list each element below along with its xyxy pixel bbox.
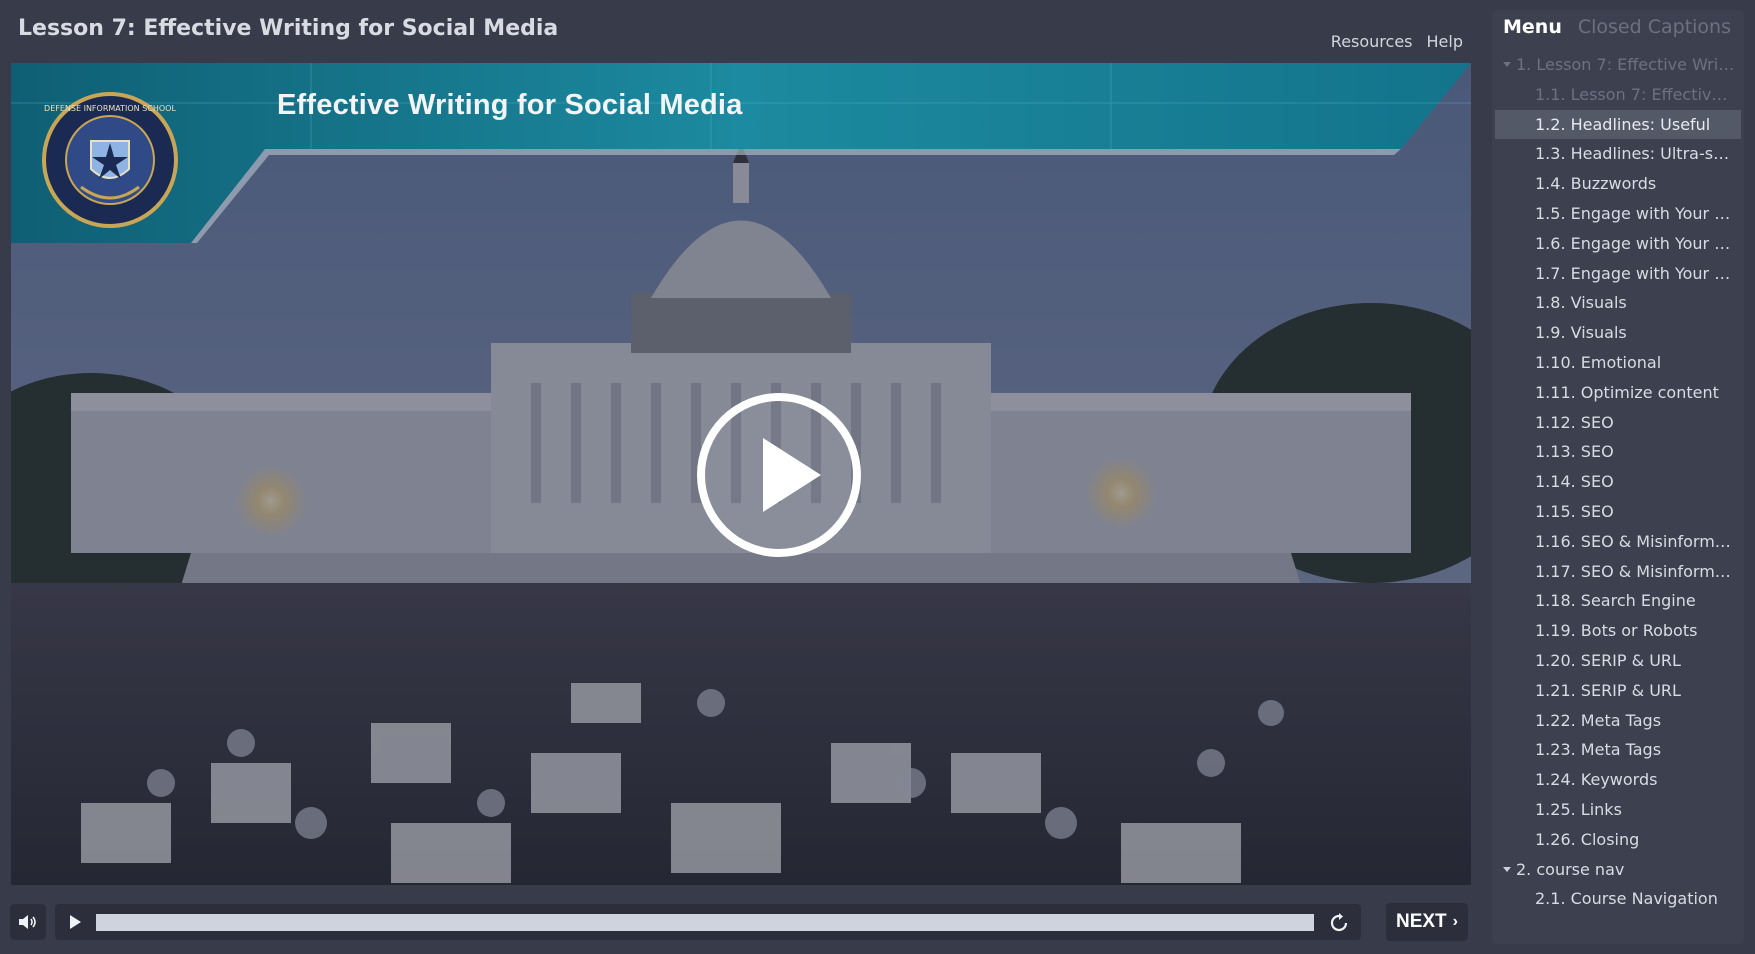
progress-area [55, 904, 1361, 940]
sidebar: Menu Closed Captions 1. Lesson 7: Effecti… [1492, 10, 1744, 944]
seal-text: DEFENSE INFORMATION SCHOOL [44, 104, 176, 113]
next-button-label: NEXT [1395, 911, 1447, 932]
menu-section[interactable]: 2. course nav [1492, 855, 1744, 885]
menu-item-label: 1.6. Engage with Your Au... [1535, 233, 1744, 253]
menu-item[interactable]: 1.14. SEO [1492, 467, 1744, 497]
menu-item-label: 1.19. Bots or Robots [1535, 621, 1698, 641]
dinfos-seal-logo: DEFENSE INFORMATION SCHOOL [42, 92, 178, 228]
menu-item-label: 1.7. Engage with Your Au... [1535, 263, 1744, 283]
menu-item-label: 1.18. Search Engine [1535, 591, 1696, 611]
volume-button[interactable] [10, 904, 46, 940]
menu-item[interactable]: 1.13. SEO [1492, 437, 1744, 467]
menu-item-label: 2.1. Course Navigation [1535, 889, 1718, 909]
menu-item[interactable]: 1.22. Meta Tags [1492, 706, 1744, 736]
menu-item-label: 1.2. Headlines: Useful [1535, 114, 1711, 134]
menu-item[interactable]: 1.26. Closing [1492, 825, 1744, 855]
menu-item[interactable]: 1.2. Headlines: Useful [1495, 109, 1741, 140]
play-overlay-button[interactable] [697, 393, 861, 557]
menu-item[interactable]: 1.9. Visuals [1492, 318, 1744, 348]
menu-item-label: 1.25. Links [1535, 799, 1622, 819]
menu-item[interactable]: 1.17. SEO & Misinformat... [1492, 557, 1744, 587]
menu-item-label: 1.3. Headlines: Ultra-spe... [1535, 144, 1744, 164]
menu-item[interactable]: 1.7. Engage with Your Au... [1492, 259, 1744, 289]
menu-item-label: 1.17. SEO & Misinformat... [1535, 561, 1744, 581]
menu-item-label: 1.5. Engage with Your Au... [1535, 203, 1744, 223]
menu-item-label: 1.13. SEO [1535, 442, 1614, 462]
caret-down-icon [1503, 62, 1511, 67]
next-button[interactable]: NEXT › [1386, 903, 1468, 941]
menu-item[interactable]: 1.15. SEO [1492, 497, 1744, 527]
menu-item[interactable]: 1.24. Keywords [1492, 765, 1744, 795]
menu-item[interactable]: 1.12. SEO [1492, 408, 1744, 438]
top-links: Resources Help [1331, 32, 1463, 51]
play-pause-button[interactable] [70, 915, 81, 929]
menu-item-label: 1.26. Closing [1535, 829, 1640, 849]
menu-item-label: 1.14. SEO [1535, 472, 1614, 492]
menu-item-label: 1.20. SERIP & URL [1535, 650, 1681, 670]
menu-section[interactable]: 1. Lesson 7: Effective Writi... [1492, 50, 1744, 80]
menu-item[interactable]: 1.11. Optimize content [1492, 378, 1744, 408]
menu-item[interactable]: 1.5. Engage with Your Au... [1492, 199, 1744, 229]
chevron-right-icon: › [1452, 913, 1458, 930]
caret-down-icon [1503, 866, 1511, 872]
menu-item-label: 1.23. Meta Tags [1535, 740, 1662, 760]
menu-item-label: 1.10. Emotional [1535, 352, 1662, 372]
menu-item-label: 1.16. SEO & Misinformat... [1535, 531, 1744, 551]
tab-closed-captions[interactable]: Closed Captions [1578, 16, 1731, 48]
seek-bar[interactable] [96, 914, 1314, 931]
menu-item[interactable]: 1.8. Visuals [1492, 288, 1744, 318]
menu-item[interactable]: 1.3. Headlines: Ultra-spe... [1492, 139, 1744, 169]
slide-stage[interactable]: Effective Writing for Social Media DEFEN… [11, 63, 1471, 885]
menu-item[interactable]: 1.23. Meta Tags [1492, 735, 1744, 765]
menu-item[interactable]: 1.19. Bots or Robots [1492, 616, 1744, 646]
help-link[interactable]: Help [1427, 32, 1463, 51]
menu-item-label: 1.24. Keywords [1535, 770, 1658, 790]
menu-item-label: 1. Lesson 7: Effective Writi... [1516, 55, 1744, 74]
menu-item[interactable]: 1.20. SERIP & URL [1492, 646, 1744, 676]
menu-item-label: 1.9. Visuals [1535, 323, 1627, 343]
menu-item[interactable]: 1.25. Links [1492, 795, 1744, 825]
menu-item[interactable]: 1.16. SEO & Misinformat... [1492, 527, 1744, 557]
menu-item-label: 1.12. SEO [1535, 412, 1614, 432]
menu-item[interactable]: 2.1. Course Navigation [1492, 884, 1744, 914]
resources-link[interactable]: Resources [1331, 32, 1413, 51]
menu-item[interactable]: 1.18. Search Engine [1492, 586, 1744, 616]
menu-item-label: 1.22. Meta Tags [1535, 710, 1662, 730]
play-icon [763, 438, 821, 512]
menu-item[interactable]: 1.10. Emotional [1492, 348, 1744, 378]
menu-item[interactable]: 1.4. Buzzwords [1492, 169, 1744, 199]
menu-item-label: 2. course nav [1516, 859, 1625, 879]
replay-icon[interactable] [1328, 912, 1350, 934]
course-title: Lesson 7: Effective Writing for Social M… [18, 16, 559, 41]
sidebar-tabs: Menu Closed Captions [1492, 10, 1744, 48]
menu-list: 1. Lesson 7: Effective Writi... 1.1. Less… [1492, 48, 1744, 914]
tab-menu[interactable]: Menu [1503, 16, 1562, 48]
speaker-icon [19, 915, 36, 929]
menu-item-label: 1.1. Lesson 7: Effective ... [1535, 84, 1742, 104]
menu-item[interactable]: 1.1. Lesson 7: Effective ... [1492, 80, 1744, 110]
menu-item-label: 1.4. Buzzwords [1535, 174, 1657, 194]
player-controls: NEXT › [0, 887, 1480, 954]
slide-banner-title: Effective Writing for Social Media [277, 89, 743, 121]
menu-item[interactable]: 1.21. SERIP & URL [1492, 676, 1744, 706]
menu-item-label: 1.15. SEO [1535, 501, 1614, 521]
menu-item-label: 1.21. SERIP & URL [1535, 680, 1681, 700]
menu-item-label: 1.8. Visuals [1535, 293, 1627, 313]
menu-item[interactable]: 1.6. Engage with Your Au... [1492, 229, 1744, 259]
seek-bar-fill [96, 914, 1314, 931]
menu-item-label: 1.11. Optimize content [1535, 382, 1719, 402]
